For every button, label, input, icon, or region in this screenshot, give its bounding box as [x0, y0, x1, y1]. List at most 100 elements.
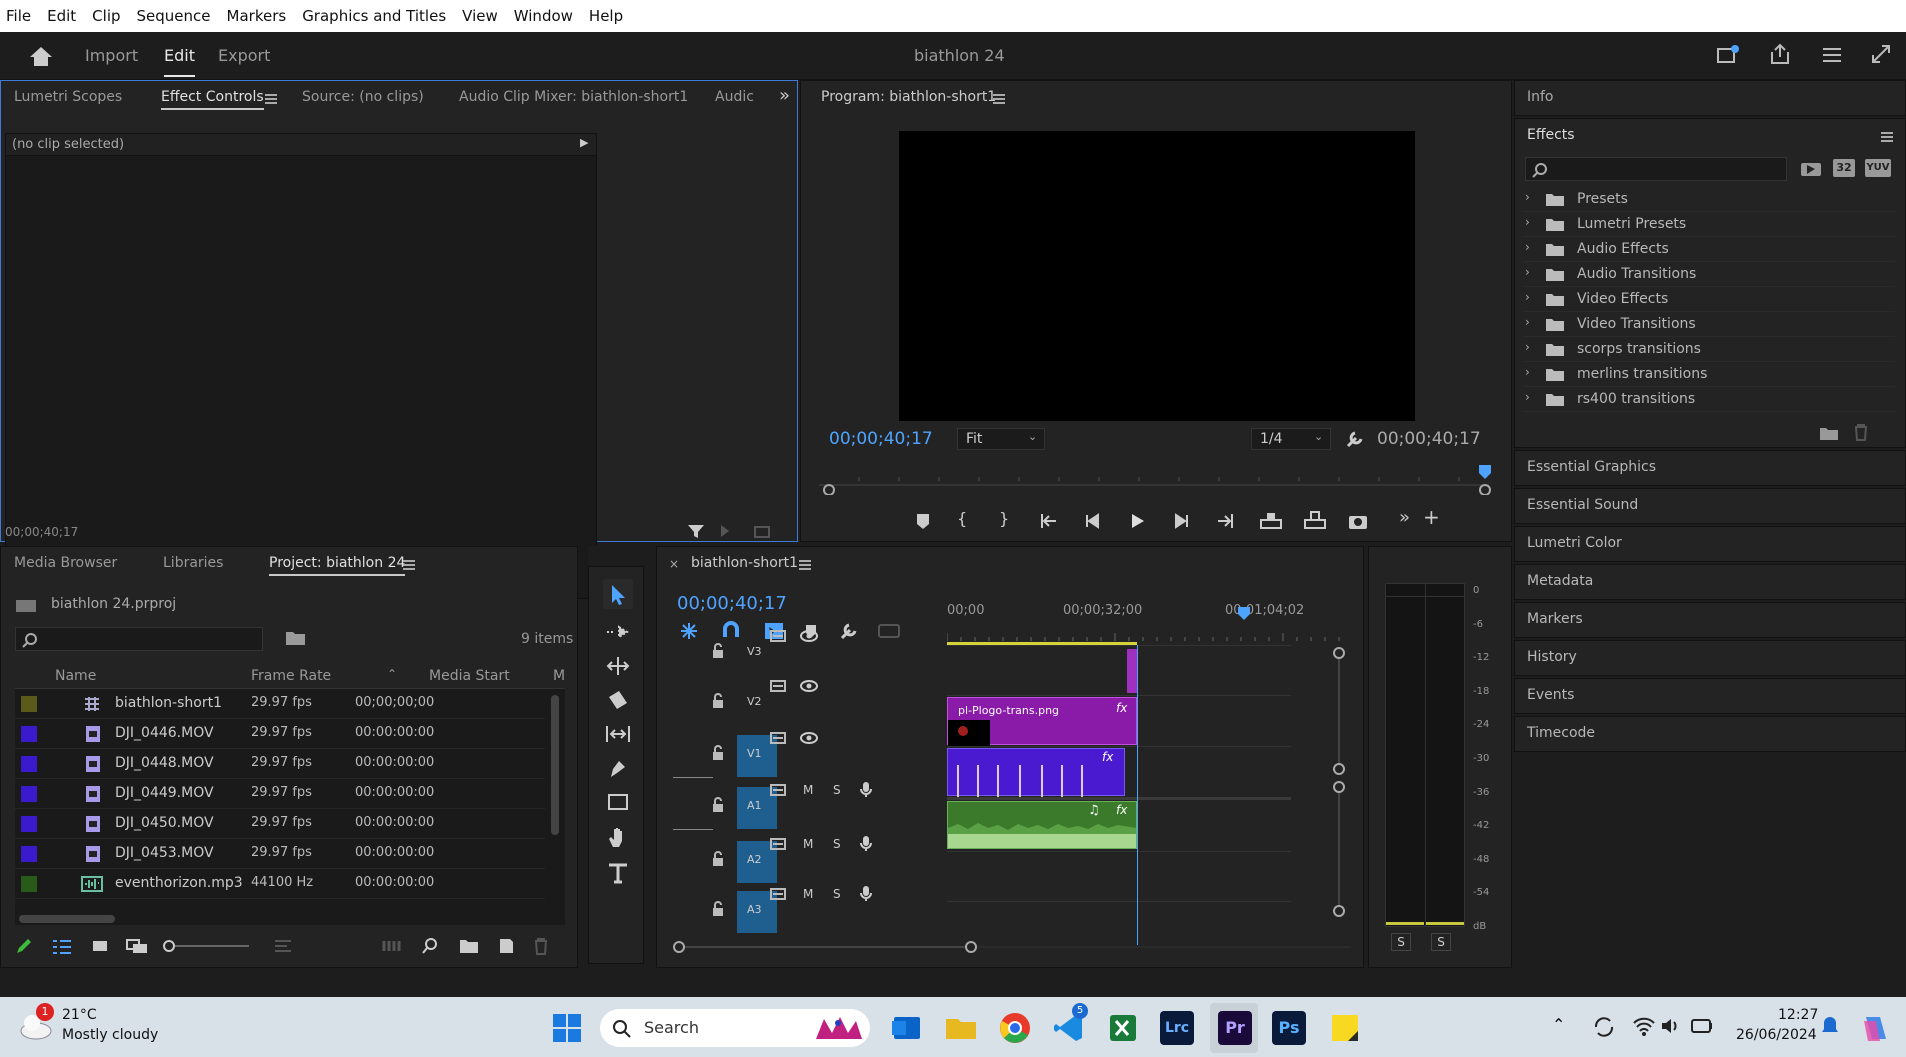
program-time-ruler[interactable]	[819, 463, 1499, 495]
lock-icon[interactable]	[711, 797, 725, 813]
panel-menu-icon[interactable]	[265, 94, 277, 104]
solo-left-button[interactable]: S	[1391, 933, 1411, 951]
more-controls-icon[interactable]: »	[1399, 507, 1410, 528]
workspace-edit[interactable]: Edit	[164, 46, 195, 77]
workspaces-icon[interactable]	[1820, 44, 1844, 66]
new-item-icon[interactable]	[497, 937, 515, 955]
label-color-swatch[interactable]	[21, 846, 37, 862]
panel-lumetri-color[interactable]: Lumetri Color	[1514, 526, 1906, 562]
column-media-start[interactable]: Media Start	[429, 668, 510, 684]
type-tool-icon[interactable]	[605, 861, 631, 885]
photoshop-icon[interactable]: Ps	[1272, 1011, 1306, 1045]
sort-ascending-icon[interactable]: ⌃	[387, 667, 397, 681]
chevron-right-icon[interactable]: ›	[1525, 340, 1530, 354]
label-color-swatch[interactable]	[21, 876, 37, 892]
32-bit-effects-icon[interactable]: 32	[1833, 159, 1855, 177]
resolution-select[interactable]: 1/4 ⌄	[1251, 428, 1331, 450]
vertical-zoom-scrollbar[interactable]	[1329, 645, 1349, 945]
effects-folder-video-transitions[interactable]: › Video Transitions	[1523, 312, 1895, 337]
quick-export-icon[interactable]	[1716, 44, 1740, 66]
thumbnail-size-slider[interactable]	[161, 937, 251, 955]
effects-folder-lumetri-presets[interactable]: › Lumetri Presets	[1523, 212, 1895, 237]
new-folder-icon[interactable]	[1819, 425, 1839, 441]
menu-sequence[interactable]: Sequence	[137, 7, 211, 25]
menu-view[interactable]: View	[462, 7, 498, 25]
extract-icon[interactable]	[1303, 511, 1327, 531]
project-row[interactable]: DJI_0453.MOV 29.97 fps 00:00:00:00	[15, 839, 545, 869]
panel-essential-graphics[interactable]: Essential Graphics	[1514, 450, 1906, 486]
rectangle-tool-icon[interactable]	[605, 791, 631, 813]
fullscreen-icon[interactable]	[1870, 43, 1892, 65]
chevron-right-icon[interactable]: ›	[1525, 265, 1530, 279]
microphone-icon[interactable]	[859, 781, 873, 799]
sync-icon[interactable]	[1592, 1015, 1616, 1039]
lock-icon[interactable]	[711, 851, 725, 867]
go-to-out-icon[interactable]	[1215, 511, 1235, 531]
column-more[interactable]: M	[553, 668, 565, 684]
tab-effect-controls[interactable]: Effect Controls	[161, 89, 264, 110]
tab-source[interactable]: Source: (no clips)	[302, 89, 424, 105]
label-color-swatch[interactable]	[21, 816, 37, 832]
export-frame-icon[interactable]	[1347, 511, 1369, 531]
slip-tool-icon[interactable]	[605, 723, 631, 745]
panel-essential-sound[interactable]: Essential Sound	[1514, 488, 1906, 524]
button-editor-icon[interactable]: +	[1423, 505, 1440, 529]
sync-lock-icon[interactable]	[769, 629, 787, 645]
effects-folder-audio-transitions[interactable]: › Audio Transitions	[1523, 262, 1895, 287]
panel-history[interactable]: History	[1514, 640, 1906, 676]
project-row[interactable]: DJI_0450.MOV 29.97 fps 00:00:00:00	[15, 809, 545, 839]
panel-metadata[interactable]: Metadata	[1514, 564, 1906, 600]
column-frame-rate[interactable]: Frame Rate	[251, 668, 331, 684]
menu-clip[interactable]: Clip	[92, 7, 120, 25]
mark-in-icon[interactable]: {	[957, 509, 967, 528]
pen-tool-icon[interactable]	[605, 757, 631, 779]
chevron-right-icon[interactable]: ›	[1525, 290, 1530, 304]
weather-temp[interactable]: 21°C	[62, 1007, 97, 1023]
lightroom-classic-icon[interactable]: Lrc	[1160, 1011, 1194, 1045]
file-explorer-icon[interactable]	[944, 1011, 978, 1045]
sync-lock-icon[interactable]	[769, 731, 787, 747]
microphone-icon[interactable]	[859, 885, 873, 903]
chevron-right-icon[interactable]: ›	[1525, 240, 1530, 254]
effects-folder-scorps-transitions[interactable]: › scorps transitions	[1523, 337, 1895, 362]
label-color-swatch[interactable]	[21, 726, 37, 742]
effects-search-input[interactable]	[1525, 157, 1787, 181]
project-row[interactable]: DJI_0446.MOV 29.97 fps 00:00:00:00	[15, 719, 545, 749]
chevron-right-icon[interactable]: ›	[1525, 215, 1530, 229]
playhead-handle-icon[interactable]	[1238, 607, 1250, 621]
track-select-tool-icon[interactable]	[605, 621, 631, 643]
menu-edit[interactable]: Edit	[47, 7, 76, 25]
timeline-menu-icon[interactable]	[799, 560, 811, 570]
effects-folder-presets[interactable]: › Presets	[1523, 187, 1895, 212]
mark-out-icon[interactable]: }	[999, 509, 1009, 528]
sequence-title[interactable]: biathlon-short1	[691, 555, 798, 571]
premiere-pro-icon[interactable]: Pr	[1218, 1011, 1252, 1045]
project-row[interactable]: DJI_0448.MOV 29.97 fps 00:00:00:00	[15, 749, 545, 779]
weather-desc[interactable]: Mostly cloudy	[62, 1027, 158, 1043]
clock-time[interactable]: 12:27	[1778, 1007, 1818, 1023]
add-marker-icon[interactable]	[913, 511, 933, 531]
label-color-swatch[interactable]	[21, 696, 37, 712]
effects-folder-video-effects[interactable]: › Video Effects	[1523, 287, 1895, 312]
label-color-swatch[interactable]	[21, 786, 37, 802]
info-title[interactable]: Info	[1527, 89, 1554, 105]
timeline-playhead-timecode[interactable]: 00;00;40;17	[677, 593, 787, 614]
show-hidden-icons-icon[interactable]: ⌃	[1552, 1015, 1565, 1034]
go-to-in-icon[interactable]	[1039, 511, 1059, 531]
new-bin-from-search-icon[interactable]	[285, 629, 307, 647]
step-back-icon[interactable]	[1083, 511, 1103, 531]
project-row[interactable]: biathlon-short1 29.97 fps 00;00;00;00	[15, 689, 545, 719]
wrench-icon[interactable]	[1345, 429, 1365, 449]
close-sequence-icon[interactable]: ×	[669, 557, 679, 571]
mute-button[interactable]: M	[803, 887, 813, 901]
tab-libraries[interactable]: Libraries	[163, 555, 223, 571]
filter-icon[interactable]	[687, 523, 705, 539]
effects-folder-merlins-transitions[interactable]: › merlins transitions	[1523, 362, 1895, 387]
accelerated-effects-icon[interactable]	[1799, 159, 1823, 179]
toggle-output-eye-icon[interactable]	[799, 629, 819, 643]
play-icon[interactable]	[1127, 511, 1147, 531]
playhead-line[interactable]	[1137, 645, 1138, 945]
column-name[interactable]: Name	[55, 668, 96, 684]
selection-tool-icon[interactable]	[607, 583, 629, 607]
volume-icon[interactable]	[1660, 1015, 1682, 1037]
